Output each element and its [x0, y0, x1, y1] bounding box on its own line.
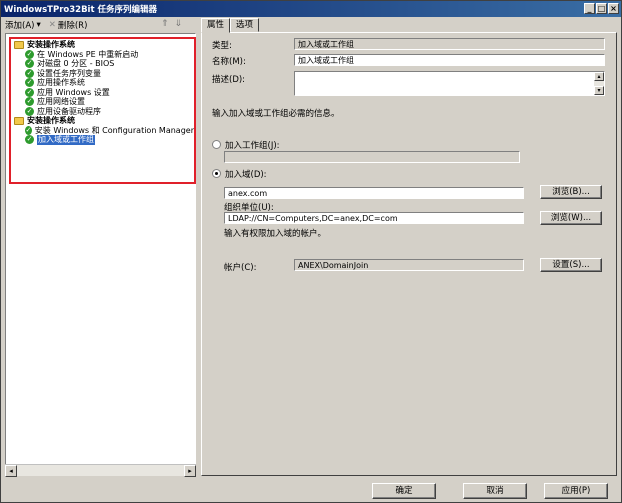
task-sequence-tree: 安装操作系统 ✓ 在 Windows PE 中重新启动 ✓ 对磁盘 0 分区 - BIO…	[14, 40, 194, 145]
folder-icon	[14, 40, 24, 49]
tree-item-label: 应用网络设置	[37, 97, 85, 107]
tree-item-label: 安装 Windows 和 Configuration Manager	[34, 125, 194, 135]
account-hint: 输入有权限加入域的帐户。	[224, 229, 327, 239]
tree-item-label: 安装操作系统	[27, 40, 75, 50]
tree-step-item[interactable]: ✓ 应用 Windows 设置	[14, 87, 194, 98]
tree-step-item[interactable]: ✓ 对磁盘 0 分区 - BIOS	[14, 59, 194, 69]
close-button[interactable]: ×	[608, 3, 619, 14]
info-text: 输入加入域或工作组必需的信息。	[212, 109, 340, 119]
task-sequence-editor-window: WindowsTPro32Bit 任务序列编辑器 _ □ × 添加(A) ▾ ✕…	[0, 0, 622, 503]
browse-ou-button[interactable]: 浏览(W)...	[540, 211, 602, 225]
join-domain-label: 加入域(D):	[225, 170, 267, 180]
tree-horizontal-scrollbar[interactable]: ◂ ▸	[5, 464, 196, 477]
description-label: 描述(D):	[212, 75, 246, 85]
task-sequence-tree-pane: 安装操作系统 ✓ 在 Windows PE 中重新启动 ✓ 对磁盘 0 分区 - BIO…	[5, 33, 196, 476]
tree-group-item[interactable]: 安装操作系统	[14, 40, 194, 50]
ou-input[interactable]: LDAP://CN=Computers,DC=anex,DC=com	[224, 212, 524, 224]
check-icon: ✓	[25, 78, 34, 88]
tab-options[interactable]: 选项	[230, 18, 260, 32]
type-label: 类型:	[212, 41, 232, 51]
minimize-button[interactable]: _	[584, 3, 595, 14]
folder-icon	[14, 116, 24, 125]
ok-button[interactable]: 确定	[372, 483, 436, 499]
tree-step-item[interactable]: ✓ 在 Windows PE 中重新启动	[14, 49, 194, 60]
tree-item-label: 设置任务序列变量	[37, 68, 101, 78]
scroll-up-icon[interactable]: ▴	[594, 72, 604, 81]
tree-step-item[interactable]: ✓ 应用设备驱动程序	[14, 106, 194, 117]
move-up-icon[interactable]: ⇑	[161, 19, 169, 29]
check-icon: ✓	[25, 135, 34, 145]
tree-step-item[interactable]: ✓ 安装 Windows 和 Configuration Manager	[14, 125, 194, 136]
type-field: 加入域或工作组	[294, 38, 605, 50]
name-input[interactable]: 加入域或工作组	[294, 54, 605, 66]
title-bar: WindowsTPro32Bit 任务序列编辑器 _ □ ×	[1, 1, 621, 17]
scroll-right-icon[interactable]: ▸	[184, 465, 196, 477]
tree-step-item[interactable]: ✓ 设置任务序列变量	[14, 68, 194, 79]
workgroup-input[interactable]	[224, 151, 520, 163]
tree-group-item[interactable]: 安装操作系统	[14, 116, 194, 126]
tree-step-item[interactable]: ✓ 应用操作系统	[14, 78, 194, 88]
window-title: WindowsTPro32Bit 任务序列编辑器	[4, 5, 157, 15]
join-workgroup-label: 加入工作组(J):	[225, 141, 280, 151]
tab-properties[interactable]: 属性	[201, 18, 231, 33]
tree-step-item[interactable]: ✓ 应用网络设置	[14, 97, 194, 107]
delete-icon: ✕	[48, 20, 56, 30]
apply-button[interactable]: 应用(P)	[544, 483, 608, 499]
delete-button[interactable]: ✕ 删除(R)	[49, 19, 88, 31]
tree-item-label: 应用 Windows 设置	[37, 87, 110, 97]
check-icon: ✓	[25, 68, 34, 78]
check-icon: ✓	[25, 59, 34, 69]
check-icon: ✓	[25, 106, 34, 116]
tree-item-label: 安装操作系统	[27, 116, 75, 126]
tree-item-label: 应用操作系统	[37, 78, 85, 88]
add-menu-button[interactable]: 添加(A) ▾	[5, 19, 41, 31]
check-icon: ✓	[25, 49, 34, 59]
window-controls: _ □ ×	[584, 3, 619, 14]
account-field: ANEX\DomainJoin	[294, 259, 524, 271]
name-label: 名称(M):	[212, 57, 246, 67]
tree-item-label: 在 Windows PE 中重新启动	[37, 49, 139, 59]
scroll-down-icon[interactable]: ▾	[594, 86, 604, 95]
toolbar-icons: ⇑ ⇓	[161, 19, 182, 29]
description-scrollbar[interactable]: ▴ ▾	[594, 72, 604, 95]
join-domain-radio[interactable]	[212, 169, 221, 178]
check-icon: ✓	[25, 125, 32, 135]
check-icon: ✓	[25, 87, 34, 97]
maximize-button[interactable]: □	[596, 3, 607, 14]
browse-domain-button[interactable]: 浏览(B)...	[540, 185, 602, 199]
properties-panel: 类型: 加入域或工作组 名称(M): 加入域或工作组 描述(D): ▴ ▾ 输入…	[201, 32, 617, 476]
toolbar: 添加(A) ▾ ✕ 删除(R)	[5, 18, 87, 32]
description-input[interactable]: ▴ ▾	[294, 71, 605, 96]
join-workgroup-radio[interactable]	[212, 140, 221, 149]
tree-item-label: 加入域或工作组	[37, 135, 95, 145]
set-account-button[interactable]: 设置(S)...	[540, 258, 602, 272]
dropdown-arrow-icon: ▾	[36, 20, 41, 30]
add-label: 添加(A)	[5, 21, 35, 31]
domain-input[interactable]: anex.com	[224, 187, 524, 199]
delete-label: 删除(R)	[57, 21, 88, 31]
tab-strip: 属性 选项	[201, 18, 260, 33]
tree-item-label: 对磁盘 0 分区 - BIOS	[37, 59, 115, 69]
tree-step-item[interactable]: ✓ 加入域或工作组	[14, 135, 194, 145]
cancel-button[interactable]: 取消	[463, 483, 527, 499]
scroll-left-icon[interactable]: ◂	[5, 465, 17, 477]
account-label: 帐户(C):	[224, 263, 257, 273]
tree-item-label: 应用设备驱动程序	[37, 106, 101, 116]
move-down-icon[interactable]: ⇓	[175, 19, 183, 29]
check-icon: ✓	[25, 97, 34, 107]
